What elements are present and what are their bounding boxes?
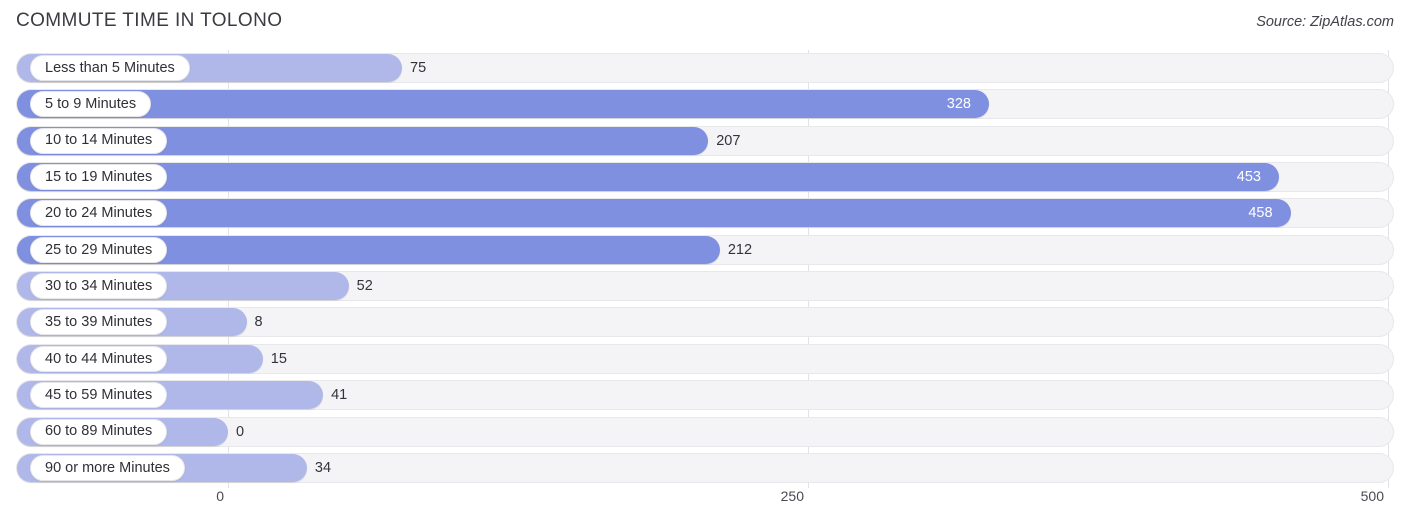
bar-value-label: 52	[356, 278, 373, 295]
bar-row[interactable]: 10 to 14 Minutes 207	[0, 125, 1406, 156]
bar-value-label: 328	[946, 96, 971, 113]
bar-value-label: 34	[314, 459, 332, 476]
bar-category-label: 20 to 24 Minutes	[30, 200, 168, 227]
bar-row[interactable]: 35 to 39 Minutes 8	[0, 307, 1406, 338]
bar-row[interactable]: 45 to 59 Minutes 41	[0, 380, 1406, 411]
bar-value-label: 207	[716, 132, 741, 149]
x-axis: 0 250 500	[0, 488, 1406, 512]
bar-category-label: 45 to 59 Minutes	[30, 382, 168, 409]
axis-tick-label: 250	[780, 488, 804, 504]
bar-row[interactable]: 20 to 24 Minutes 458	[0, 198, 1406, 229]
chart-root: COMMUTE TIME IN TOLONO Source: ZipAtlas.…	[0, 0, 1406, 523]
bar-row[interactable]: 5 to 9 Minutes 328	[0, 89, 1406, 120]
bar-category-label-text: 40 to 44 Minutes	[45, 350, 153, 367]
bar-category-label-text: 25 to 29 Minutes	[45, 241, 153, 258]
bar-category-label: 5 to 9 Minutes	[30, 91, 152, 118]
bar-category-label: 15 to 19 Minutes	[30, 164, 168, 191]
bar-value-label: 453	[1236, 169, 1261, 186]
bar-value-label: 15	[270, 350, 287, 367]
bar	[17, 90, 989, 119]
bar-value-label: 0	[236, 423, 245, 440]
axis-tick-label: 0	[216, 488, 224, 504]
bar-value-label: 8	[254, 314, 263, 331]
bar-value-label: 41	[331, 387, 348, 404]
bar-category-label-text: 20 to 24 Minutes	[45, 205, 153, 222]
bar	[17, 163, 1279, 192]
bar-category-label: 60 to 89 Minutes	[30, 418, 168, 445]
bar-category-label: 25 to 29 Minutes	[30, 236, 168, 263]
bar-row[interactable]: 25 to 29 Minutes 212	[0, 234, 1406, 265]
bar-category-label-text: 30 to 34 Minutes	[45, 277, 153, 294]
bar-category-label: Less than 5 Minutes	[30, 55, 190, 81]
axis-tick-label: 500	[1360, 488, 1384, 504]
bar-category-label: 90 or more Minutes	[30, 454, 185, 481]
bar-value-label: 212	[727, 241, 753, 258]
bar-category-label-text: 15 to 19 Minutes	[45, 168, 153, 185]
bar-row[interactable]: Less than 5 Minutes 75	[0, 53, 1406, 83]
bar-category-label: 40 to 44 Minutes	[30, 345, 168, 372]
bar-row[interactable]: 15 to 19 Minutes 453	[0, 162, 1406, 193]
bar-category-label: 35 to 39 Minutes	[30, 309, 168, 336]
bar	[17, 199, 1291, 228]
bar-row[interactable]: 40 to 44 Minutes 15	[0, 343, 1406, 374]
bar-category-label-text: 10 to 14 Minutes	[45, 132, 153, 149]
bar-category-label-text: 90 or more Minutes	[45, 459, 170, 476]
bar-row[interactable]: 30 to 34 Minutes 52	[0, 271, 1406, 302]
bar-category-label: 30 to 34 Minutes	[30, 273, 168, 300]
bar-row[interactable]: 60 to 89 Minutes 0	[0, 416, 1406, 447]
bar-value-label: 458	[1248, 205, 1273, 222]
bar-category-label: 10 to 14 Minutes	[30, 127, 168, 154]
bar-row[interactable]: 90 or more Minutes 34	[0, 452, 1406, 483]
bar-category-label-text: 60 to 89 Minutes	[45, 423, 153, 440]
bar-category-label-text: 5 to 9 Minutes	[45, 96, 137, 113]
bar-value-label: 75	[410, 60, 427, 76]
source-attribution: Source: ZipAtlas.com	[1256, 14, 1394, 30]
page-title: COMMUTE TIME IN TOLONO	[16, 10, 283, 31]
plot-area: Less than 5 Minutes 75 5 to 9 Minutes 328 10…	[0, 50, 1406, 490]
bar-category-label-text: Less than 5 Minutes	[45, 59, 175, 76]
bar-category-label-text: 45 to 59 Minutes	[45, 386, 153, 403]
bar-category-label-text: 35 to 39 Minutes	[45, 314, 153, 331]
